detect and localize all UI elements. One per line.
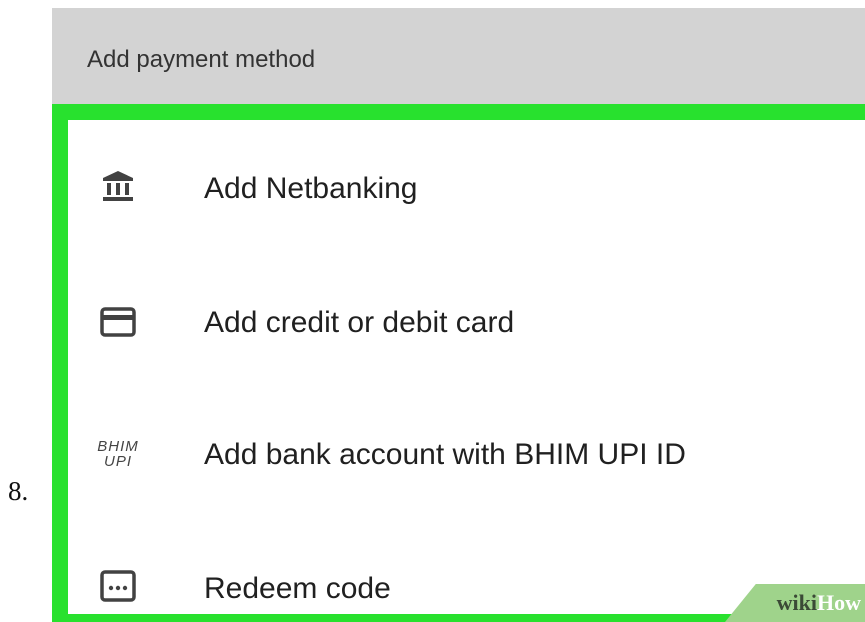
menu-item-label: Add bank account with BHIM UPI ID xyxy=(204,438,686,471)
watermark-how: How xyxy=(817,590,861,615)
payment-method-menu: Add Netbanking Add credit or debit card … xyxy=(68,120,865,614)
watermark-wiki: wiki xyxy=(776,590,817,615)
menu-item-label: Add Netbanking xyxy=(204,172,418,205)
credit-card-icon xyxy=(98,302,138,342)
app-header: Add payment method xyxy=(52,8,865,104)
redeem-code-icon xyxy=(98,566,138,606)
menu-item-label: Add credit or debit card xyxy=(204,306,515,339)
menu-item-add-card[interactable]: Add credit or debit card xyxy=(68,268,865,378)
menu-item-add-netbanking[interactable]: Add Netbanking xyxy=(68,136,865,246)
page-title: Add payment method xyxy=(87,46,316,73)
highlight-border: Add Netbanking Add credit or debit card … xyxy=(52,104,865,622)
bhim-upi-logo-icon: BHIM UPI xyxy=(97,438,139,470)
bank-icon xyxy=(98,166,138,206)
menu-item-add-bhim-upi[interactable]: BHIM UPI Add bank account with BHIM UPI … xyxy=(68,400,865,510)
step-number: 8. xyxy=(8,476,29,506)
screenshot-frame: Add payment method Add Netbanking Add cr… xyxy=(52,8,865,622)
menu-item-label: Redeem code xyxy=(204,572,391,605)
